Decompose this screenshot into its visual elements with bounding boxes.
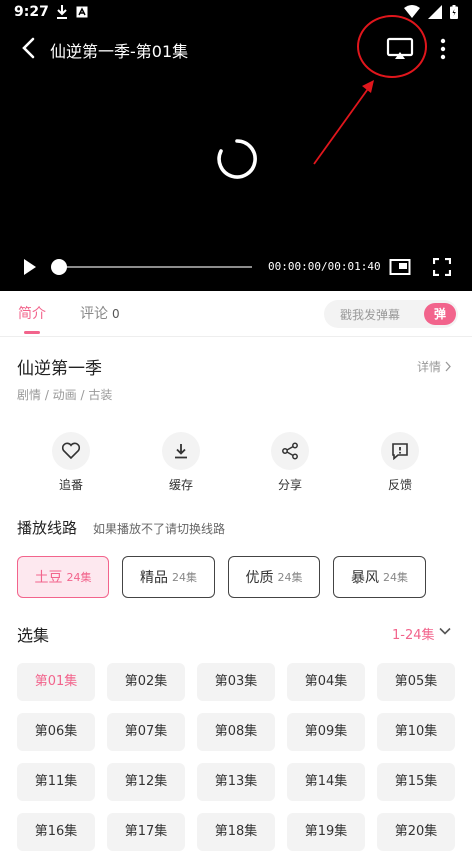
- status-time: 9:27: [14, 4, 49, 20]
- route-chip-baofeng[interactable]: 暴风 24集: [333, 556, 426, 598]
- episode-15[interactable]: 第15集: [377, 763, 455, 801]
- feedback-label: 反馈: [387, 478, 412, 492]
- episode-12[interactable]: 第12集: [107, 763, 185, 801]
- download-icon: [175, 444, 187, 459]
- episode-09[interactable]: 第09集: [287, 713, 365, 751]
- content-tabs: 简介 评论 0 戳我发弹幕 弹: [0, 291, 472, 337]
- share-button[interactable]: 分享: [260, 432, 320, 493]
- play-icon[interactable]: [20, 258, 40, 276]
- route-name: 暴风: [351, 570, 379, 586]
- genre-tags: 剧情 / 动画 / 古装: [17, 388, 113, 402]
- episode-11[interactable]: 第11集: [17, 763, 95, 801]
- episode-06[interactable]: 第06集: [17, 713, 95, 751]
- route-chip-youzhi[interactable]: 优质 24集: [228, 556, 320, 598]
- progress-knob[interactable]: [51, 259, 67, 275]
- progress-track[interactable]: [58, 266, 252, 268]
- route-count: 24集: [66, 571, 92, 584]
- fullscreen-icon[interactable]: [433, 258, 451, 276]
- tab-comments[interactable]: 评论 0: [80, 303, 120, 323]
- route-count: 24集: [277, 571, 303, 584]
- episode-10[interactable]: 第10集: [377, 713, 455, 751]
- episode-17[interactable]: 第17集: [107, 813, 185, 851]
- picture-in-picture-icon[interactable]: [389, 258, 411, 276]
- route-chip-tudou[interactable]: 土豆 24集: [17, 556, 109, 598]
- current-time: 00:00:00: [268, 260, 321, 273]
- loading-spinner-icon: [217, 139, 257, 179]
- more-options-icon[interactable]: [434, 36, 452, 62]
- comment-count: 0: [112, 307, 120, 321]
- route-count: 24集: [383, 571, 408, 584]
- cache-button[interactable]: 缓存: [151, 432, 211, 493]
- episode-13[interactable]: 第13集: [197, 763, 275, 801]
- battery-icon: [450, 5, 458, 19]
- share-label: 分享: [277, 478, 302, 492]
- episode-18[interactable]: 第18集: [197, 813, 275, 851]
- chevron-right-icon: [445, 361, 451, 372]
- route-count: 24集: [172, 571, 197, 584]
- show-title: 仙逆第一季: [17, 359, 102, 379]
- detail-link[interactable]: 详情: [417, 358, 453, 375]
- episode-19[interactable]: 第19集: [287, 813, 365, 851]
- episode-range-selector[interactable]: 1-24集: [392, 624, 435, 643]
- episode-04[interactable]: 第04集: [287, 663, 365, 701]
- episode-05[interactable]: 第05集: [377, 663, 455, 701]
- episode-14[interactable]: 第14集: [287, 763, 365, 801]
- download-status-icon: [57, 5, 67, 19]
- follow-label: 追番: [58, 478, 83, 492]
- detail-link-label: 详情: [417, 360, 442, 374]
- video-title: 仙逆第一季-第01集: [50, 42, 189, 61]
- route-tip: 如果播放不了请切换线路: [93, 522, 226, 536]
- route-chip-jingpin[interactable]: 精品 24集: [122, 556, 215, 598]
- player-controls: 00:00:00/00:01:40: [0, 250, 472, 284]
- feedback-icon: [392, 443, 408, 460]
- danmaku-placeholder: 戳我发弹幕: [340, 308, 401, 322]
- active-tab-indicator: [24, 331, 40, 334]
- episode-20[interactable]: 第20集: [377, 813, 455, 851]
- share-icon: [282, 442, 298, 460]
- action-row: 追番 缓存 分享 反馈: [0, 432, 472, 502]
- app-notification-icon: [76, 6, 88, 18]
- annotation-arrow: [313, 80, 374, 165]
- route-name: 优质: [245, 570, 274, 586]
- episode-07[interactable]: 第07集: [107, 713, 185, 751]
- route-name: 土豆: [34, 570, 63, 586]
- tab-intro[interactable]: 简介: [18, 303, 46, 323]
- episode-08[interactable]: 第08集: [197, 713, 275, 751]
- feedback-button[interactable]: 反馈: [370, 432, 430, 493]
- episodes-header: 选集: [17, 626, 50, 645]
- episode-03[interactable]: 第03集: [197, 663, 275, 701]
- danmaku-toggle-button[interactable]: 弹: [424, 303, 456, 325]
- back-arrow-icon[interactable]: [18, 36, 42, 60]
- video-player[interactable]: 9:27 仙逆第一季-第01集 00:00:00/00:01:40: [0, 0, 472, 291]
- duration: 00:01:40: [327, 260, 381, 273]
- tab-comments-label: 评论: [80, 306, 108, 322]
- follow-button[interactable]: 追番: [41, 432, 101, 493]
- danmaku-input[interactable]: 戳我发弹幕 弹: [324, 300, 458, 328]
- chevron-down-icon[interactable]: [438, 624, 452, 638]
- episode-01[interactable]: 第01集: [17, 663, 95, 701]
- route-header: 播放线路: [17, 519, 78, 537]
- time-readout: 00:00:00/00:01:40: [268, 260, 381, 273]
- heart-icon: [61, 442, 81, 460]
- cache-label: 缓存: [168, 478, 193, 492]
- route-name: 精品: [140, 570, 168, 586]
- annotation-highlight-circle: [357, 15, 427, 78]
- episode-02[interactable]: 第02集: [107, 663, 185, 701]
- episode-16[interactable]: 第16集: [17, 813, 95, 851]
- signal-icon: [428, 5, 442, 19]
